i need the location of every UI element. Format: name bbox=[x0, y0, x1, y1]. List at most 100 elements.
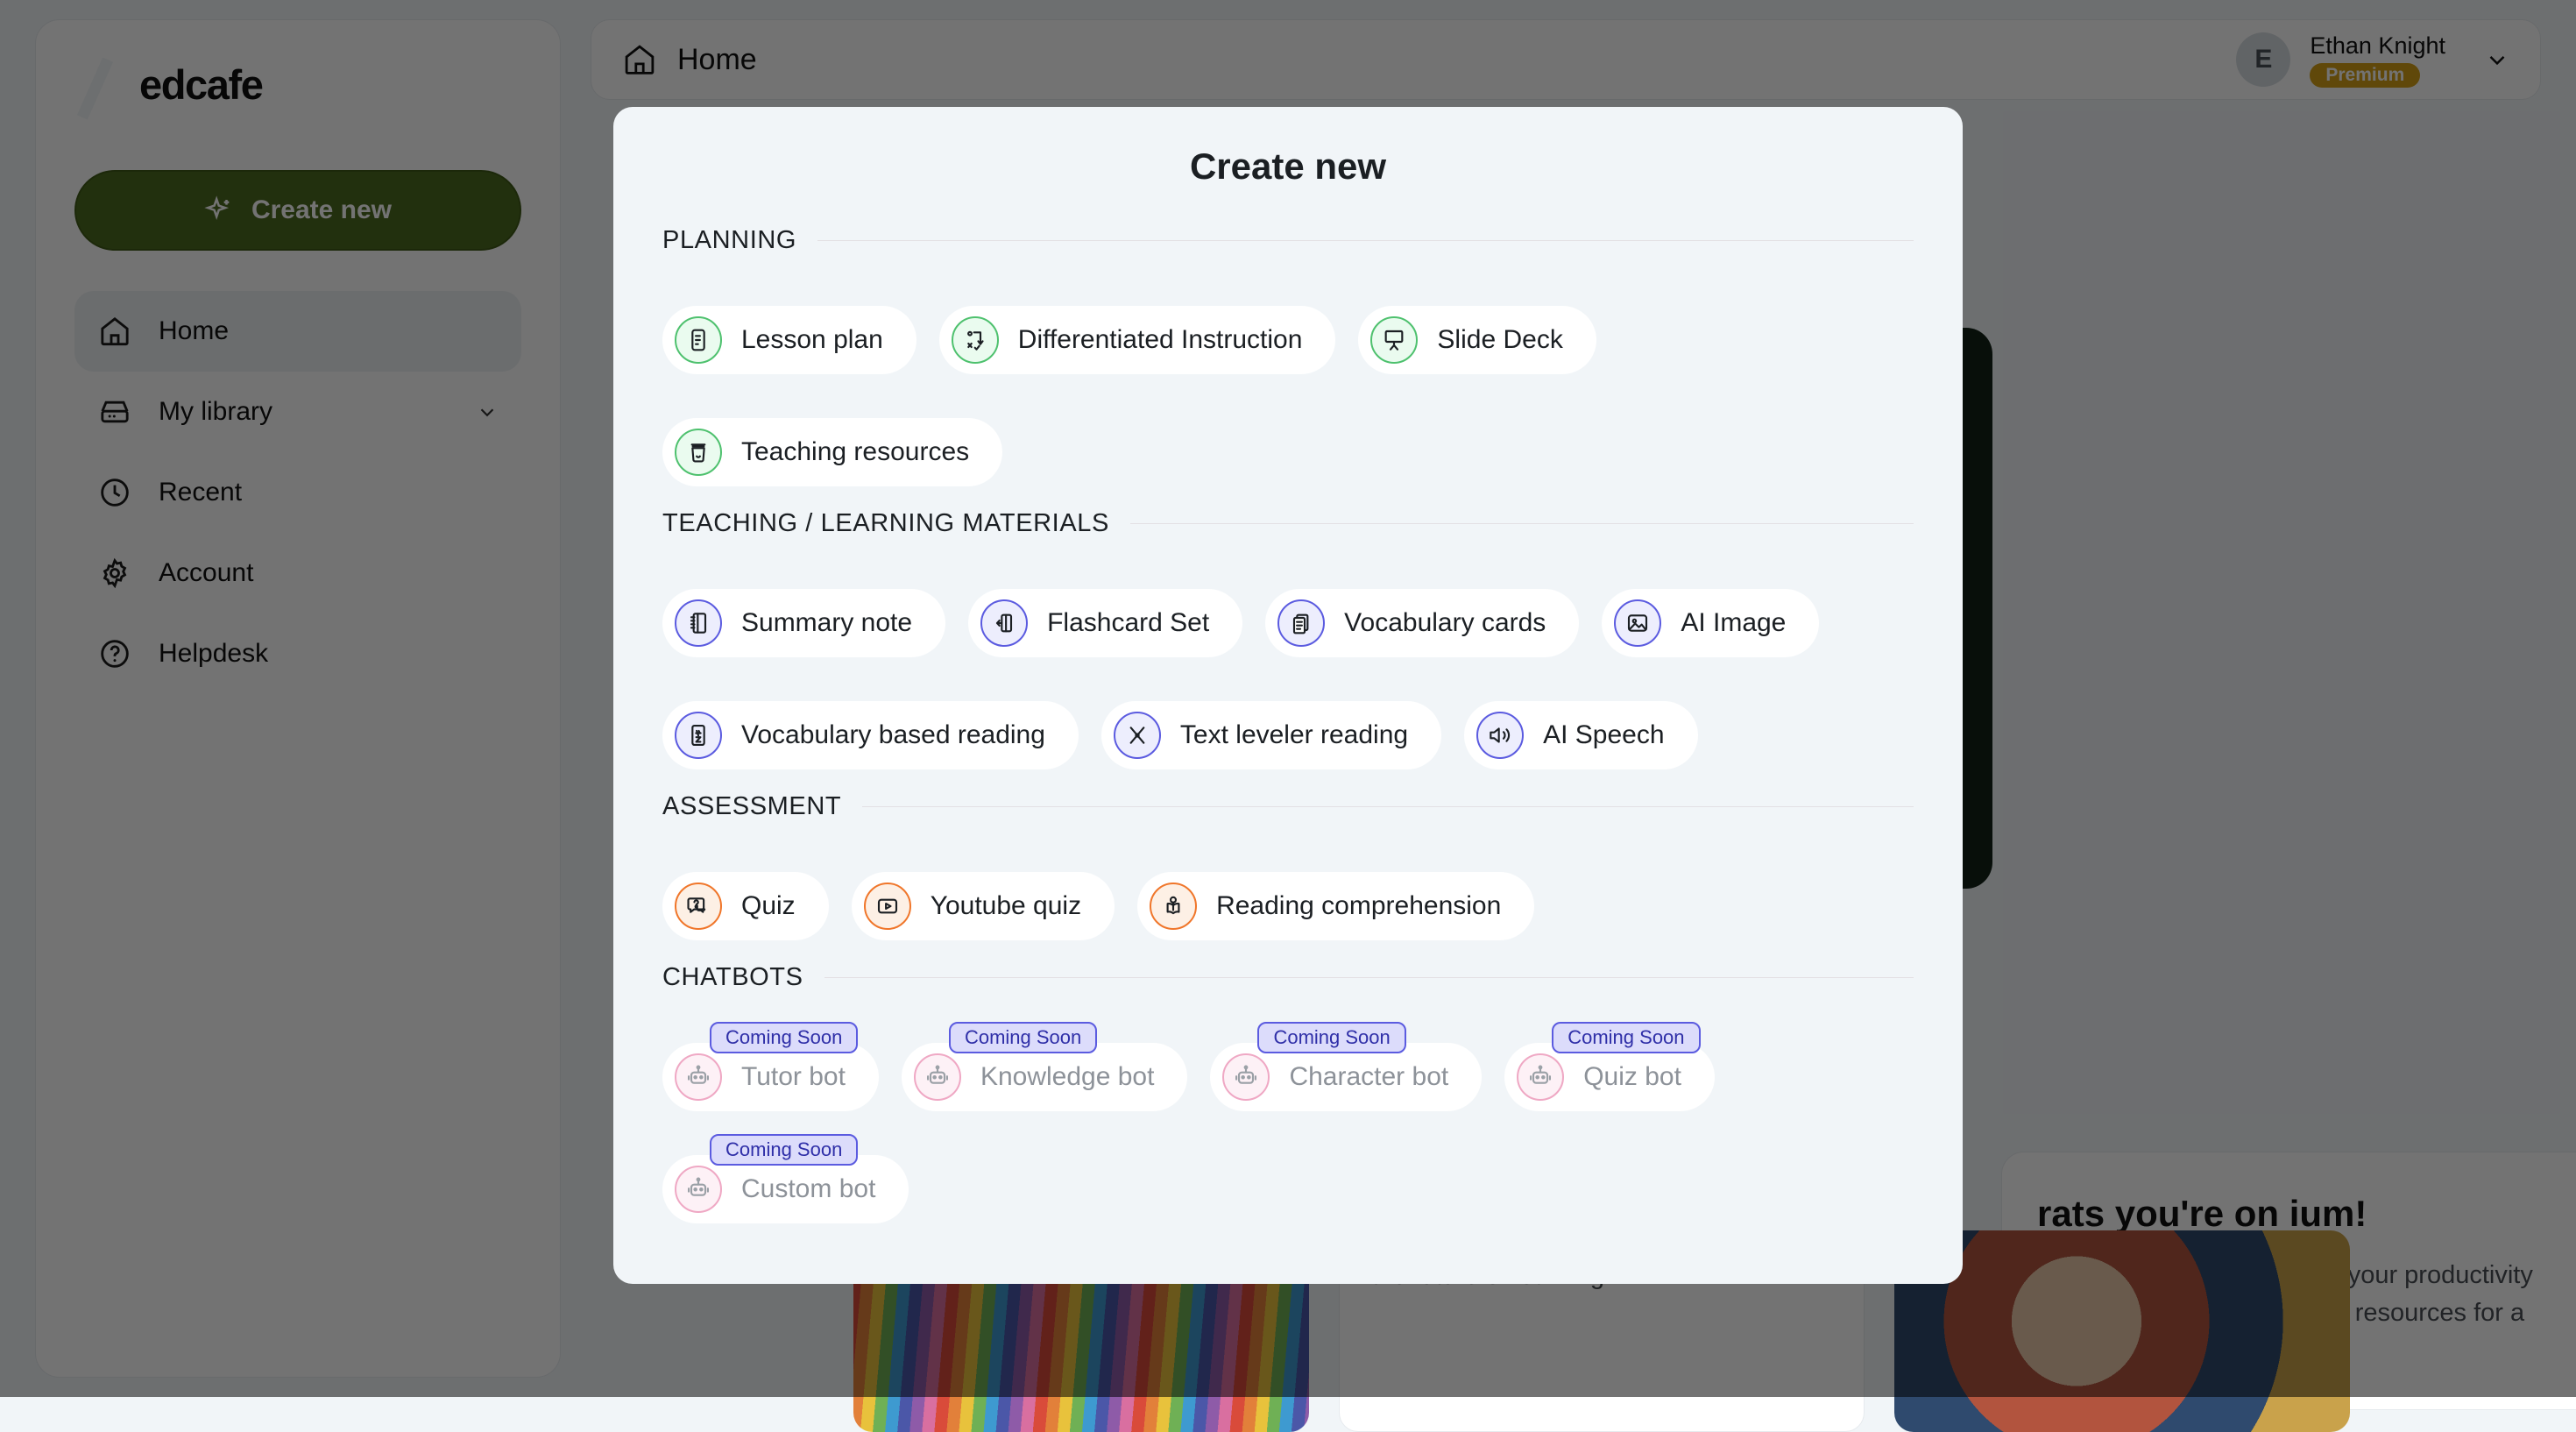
section-label: CHATBOTS bbox=[662, 963, 803, 992]
create-option-label: Slide Deck bbox=[1437, 325, 1562, 355]
robot-icon-wrapper bbox=[1517, 1053, 1564, 1101]
scissors-icon-wrapper bbox=[1114, 712, 1161, 759]
create-option-youtube-quiz[interactable]: Youtube quiz bbox=[852, 872, 1115, 940]
az-book-icon-wrapper bbox=[675, 712, 722, 759]
chip-wrapper: Text leveler reading bbox=[1101, 680, 1441, 769]
create-option-lesson-plan[interactable]: Lesson plan bbox=[662, 306, 916, 374]
presentation-icon-wrapper bbox=[1370, 316, 1418, 364]
coming-soon-badge: Coming Soon bbox=[949, 1022, 1097, 1053]
create-option-label: Character bot bbox=[1289, 1062, 1448, 1092]
section-label: TEACHING / LEARNING MATERIALS bbox=[662, 509, 1109, 538]
section-label: PLANNING bbox=[662, 226, 796, 255]
chip-wrapper: Differentiated Instruction bbox=[939, 285, 1336, 374]
create-option-ai-image[interactable]: AI Image bbox=[1602, 589, 1819, 657]
question-bubble-icon bbox=[684, 892, 712, 920]
notebook-icon bbox=[684, 609, 712, 637]
create-option-label: Custom bot bbox=[741, 1174, 875, 1204]
create-option-flashcard-set[interactable]: Flashcard Set bbox=[968, 589, 1242, 657]
section-planning: PLANNING Lesson plan Differentiated Instru… bbox=[662, 226, 1914, 486]
create-option-label: Quiz bot bbox=[1583, 1062, 1681, 1092]
document-icon bbox=[684, 326, 712, 354]
robot-icon-wrapper bbox=[675, 1166, 722, 1213]
robot-icon bbox=[924, 1063, 952, 1091]
section-header: CHATBOTS bbox=[662, 963, 1914, 992]
create-option-label: Reading comprehension bbox=[1216, 891, 1501, 921]
robot-icon-wrapper bbox=[914, 1053, 961, 1101]
image-icon-wrapper bbox=[1614, 599, 1661, 647]
document-icon-wrapper bbox=[675, 316, 722, 364]
create-option-label: AI Speech bbox=[1543, 720, 1664, 750]
notebook-icon-wrapper bbox=[675, 599, 722, 647]
create-option-label: Vocabulary based reading bbox=[741, 720, 1045, 750]
create-option-label: Tutor bot bbox=[741, 1062, 846, 1092]
robot-icon bbox=[1232, 1063, 1260, 1091]
create-option-text-leveler-reading[interactable]: Text leveler reading bbox=[1101, 701, 1441, 769]
robot-icon-wrapper bbox=[675, 1053, 722, 1101]
create-option-slide-deck[interactable]: Slide Deck bbox=[1358, 306, 1596, 374]
create-option-differentiated-instruction[interactable]: Differentiated Instruction bbox=[939, 306, 1336, 374]
question-bubble-icon-wrapper bbox=[675, 883, 722, 930]
section-header: ASSESSMENT bbox=[662, 792, 1914, 821]
create-option-label: Flashcard Set bbox=[1047, 608, 1209, 638]
create-option-quiz[interactable]: Quiz bbox=[662, 872, 829, 940]
coming-soon-badge: Coming Soon bbox=[710, 1022, 858, 1053]
create-option-vocabulary-based-reading[interactable]: Vocabulary based reading bbox=[662, 701, 1079, 769]
chip-wrapper: Summary note bbox=[662, 568, 945, 657]
chip-row: Coming SoonCustom bot bbox=[662, 1134, 1914, 1223]
video-play-icon bbox=[874, 892, 902, 920]
create-option-label: Quiz bbox=[741, 891, 796, 921]
branch-icon bbox=[961, 326, 989, 354]
supplies-icon-wrapper bbox=[675, 429, 722, 476]
chip-wrapper: Coming Soon Character bot bbox=[1210, 1022, 1482, 1111]
chip-wrapper: AI Speech bbox=[1464, 680, 1697, 769]
create-option-label: Vocabulary cards bbox=[1344, 608, 1546, 638]
divider bbox=[824, 977, 1914, 978]
chip-wrapper: Coming SoonCustom bot bbox=[662, 1134, 909, 1223]
modal-sections: PLANNING Lesson plan Differentiated Instru… bbox=[662, 226, 1914, 1223]
divider bbox=[1130, 523, 1914, 524]
chip-row: Lesson plan Differentiated Instruction Sli… bbox=[662, 285, 1914, 374]
divider bbox=[862, 806, 1914, 807]
create-option-vocabulary-cards[interactable]: Vocabulary cards bbox=[1265, 589, 1579, 657]
presentation-icon bbox=[1380, 326, 1408, 354]
chip-wrapper: Vocabulary cards bbox=[1265, 568, 1579, 657]
section-label: ASSESSMENT bbox=[662, 792, 841, 821]
chip-row: Quiz Youtube quiz Reading comprehension bbox=[662, 851, 1914, 940]
person-reading-icon bbox=[1159, 892, 1187, 920]
robot-icon bbox=[1526, 1063, 1554, 1091]
cards-icon bbox=[1287, 609, 1315, 637]
create-option-ai-speech[interactable]: AI Speech bbox=[1464, 701, 1697, 769]
modal-title: Create new bbox=[662, 145, 1914, 188]
chip-row: Teaching resources bbox=[662, 397, 1914, 486]
supplies-icon bbox=[684, 438, 712, 466]
coming-soon-badge: Coming Soon bbox=[1552, 1022, 1700, 1053]
section-header: TEACHING / LEARNING MATERIALS bbox=[662, 509, 1914, 538]
section-chatbots: CHATBOTS Coming Soon Tutor bot Coming Soon K… bbox=[662, 963, 1914, 1223]
person-reading-icon-wrapper bbox=[1150, 883, 1197, 930]
flashcard-icon-wrapper bbox=[980, 599, 1028, 647]
create-option-label: AI Image bbox=[1681, 608, 1786, 638]
create-new-modal: Create new PLANNING Lesson plan Differenti… bbox=[613, 107, 1963, 1284]
branch-icon-wrapper bbox=[952, 316, 999, 364]
chip-wrapper: Vocabulary based reading bbox=[662, 680, 1079, 769]
create-option-summary-note[interactable]: Summary note bbox=[662, 589, 945, 657]
chip-wrapper: Coming Soon Quiz bot bbox=[1504, 1022, 1715, 1111]
chip-wrapper: Coming Soon Tutor bot bbox=[662, 1022, 879, 1111]
create-option-label: Lesson plan bbox=[741, 325, 883, 355]
create-option-reading-comprehension[interactable]: Reading comprehension bbox=[1137, 872, 1534, 940]
section-header: PLANNING bbox=[662, 226, 1914, 255]
chip-wrapper: Slide Deck bbox=[1358, 285, 1596, 374]
scissors-icon bbox=[1123, 721, 1151, 749]
create-option-label: Knowledge bot bbox=[980, 1062, 1155, 1092]
image-icon bbox=[1624, 609, 1652, 637]
coming-soon-badge: Coming Soon bbox=[1257, 1022, 1405, 1053]
chip-wrapper: Youtube quiz bbox=[852, 851, 1115, 940]
chip-wrapper: AI Image bbox=[1602, 568, 1819, 657]
create-option-teaching-resources[interactable]: Teaching resources bbox=[662, 418, 1002, 486]
create-option-label: Teaching resources bbox=[741, 437, 969, 467]
cards-icon-wrapper bbox=[1277, 599, 1325, 647]
section-assessment: ASSESSMENT Quiz Youtube quiz Reading compre… bbox=[662, 792, 1914, 940]
speaker-icon bbox=[1486, 721, 1514, 749]
divider bbox=[817, 240, 1914, 241]
create-option-label: Text leveler reading bbox=[1180, 720, 1408, 750]
